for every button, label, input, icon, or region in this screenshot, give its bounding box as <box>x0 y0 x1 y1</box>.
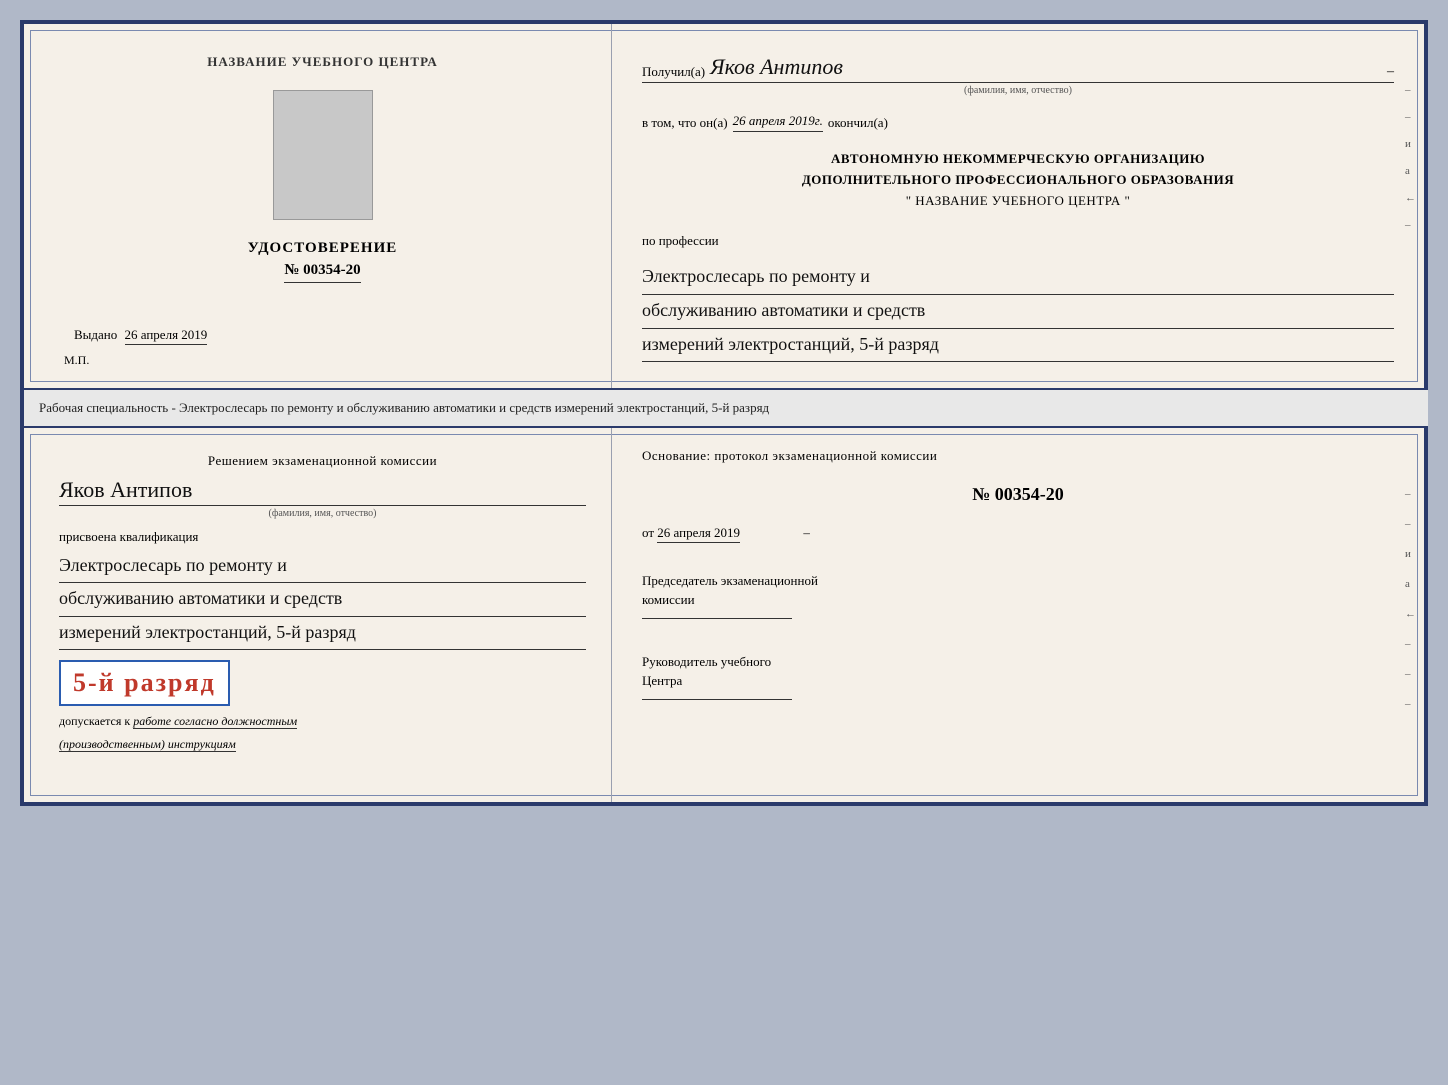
protocol-number: № 00354-20 <box>642 484 1394 505</box>
protocol-date-prefix: от <box>642 525 654 540</box>
issued-line: Выдано 26 апреля 2019 <box>64 327 207 343</box>
profession-line3: измерений электростанций, 5-й разряд <box>642 329 1394 363</box>
date-value: 26 апреля 2019г. <box>733 113 823 132</box>
admitted-italic2: (производственным) инструкциям <box>59 737 236 752</box>
director-label: Руководитель учебного Центра <box>642 652 1394 691</box>
decision-line: Решением экзаменационной комиссии <box>59 453 586 469</box>
recipient-block: Получил(а) Яков Антипов – (фамилия, имя,… <box>642 44 1394 96</box>
fio-hint-top: (фамилия, имя, отчество) <box>642 85 1394 96</box>
director-sig-line <box>642 699 792 700</box>
rmark2: – <box>1405 518 1416 530</box>
chairman-block: Председатель экзаменационной комиссии <box>642 571 1394 627</box>
photo-placeholder <box>273 90 373 220</box>
rmark5: ← <box>1405 608 1416 620</box>
date-line: в том, что он(а) 26 апреля 2019г. окончи… <box>642 113 1394 132</box>
rmark6: – <box>1405 638 1416 650</box>
cert-number: № 00354-20 <box>284 262 360 283</box>
mark4: а <box>1405 165 1416 177</box>
side-marks-bottom: – – и а ← – – – <box>1405 488 1416 710</box>
issued-date: 26 апреля 2019 <box>125 327 208 345</box>
mark2: – <box>1405 111 1416 123</box>
rmark8: – <box>1405 698 1416 710</box>
chairman-sig-line <box>642 618 792 619</box>
date-prefix: в том, что он(а) <box>642 115 728 131</box>
org-name-top: НАЗВАНИЕ УЧЕБНОГО ЦЕНТРА <box>207 54 438 70</box>
admitted-line: допускается к работе согласно должностны… <box>59 714 586 729</box>
between-label: Рабочая специальность - Электрослесарь п… <box>20 390 1428 426</box>
fio-hint-bottom: (фамилия, имя, отчество) <box>59 508 586 519</box>
mark5: ← <box>1405 192 1416 204</box>
mark6: – <box>1405 219 1416 231</box>
admitted-prefix: допускается к <box>59 714 130 728</box>
date-suffix: окончил(а) <box>828 115 888 131</box>
cert-title: УДОСТОВЕРЕНИЕ <box>248 240 398 257</box>
profession-line1: Электрослесарь по ремонту и <box>642 261 1394 295</box>
recipient-line: Получил(а) Яков Антипов – <box>642 54 1394 83</box>
org-line1: АВТОНОМНУЮ НЕКОММЕРЧЕСКУЮ ОРГАНИЗАЦИЮ <box>642 149 1394 170</box>
rmark4: а <box>1405 578 1416 590</box>
bottom-certificate: Решением экзаменационной комиссии Яков А… <box>20 426 1428 806</box>
qual-line3: измерений электростанций, 5-й разряд <box>59 617 586 651</box>
rank-badge: 5-й разряд <box>59 660 230 706</box>
assigned-label: присвоена квалификация <box>59 529 586 545</box>
director-block: Руководитель учебного Центра <box>642 652 1394 708</box>
qual-block: Электрослесарь по ремонту и обслуживанию… <box>59 550 586 651</box>
top-cert-right: Получил(а) Яков Антипов – (фамилия, имя,… <box>612 24 1424 388</box>
top-cert-left: НАЗВАНИЕ УЧЕБНОГО ЦЕНТРА УДОСТОВЕРЕНИЕ №… <box>24 24 612 388</box>
mark3: и <box>1405 138 1416 150</box>
rmark3: и <box>1405 548 1416 560</box>
org-line2: ДОПОЛНИТЕЛЬНОГО ПРОФЕССИОНАЛЬНОГО ОБРАЗО… <box>642 170 1394 191</box>
rmark7: – <box>1405 668 1416 680</box>
rmark1: – <box>1405 488 1416 500</box>
bottom-cert-left: Решением экзаменационной комиссии Яков А… <box>24 428 612 802</box>
basis-line: Основание: протокол экзаменационной коми… <box>642 448 1394 464</box>
rank-badge-text: 5-й разряд <box>73 668 216 697</box>
profession-block: Электрослесарь по ремонту и обслуживанию… <box>642 261 1394 362</box>
org-block: АВТОНОМНУЮ НЕКОММЕРЧЕСКУЮ ОРГАНИЗАЦИЮ ДО… <box>642 149 1394 211</box>
mp-label: М.П. <box>64 353 89 368</box>
mark1: – <box>1405 84 1416 96</box>
decision-name: Яков Антипов <box>59 477 586 506</box>
admitted-italic: работе согласно должностным <box>133 714 297 729</box>
chairman-label: Председатель экзаменационной комиссии <box>642 571 1394 610</box>
profession-label: по профессии <box>642 233 1394 249</box>
bottom-cert-right: Основание: протокол экзаменационной коми… <box>612 428 1424 802</box>
qual-line1: Электрослесарь по ремонту и <box>59 550 586 584</box>
recipient-prefix: Получил(а) <box>642 64 705 80</box>
org-line3: " НАЗВАНИЕ УЧЕБНОГО ЦЕНТРА " <box>642 191 1394 212</box>
top-certificate: НАЗВАНИЕ УЧЕБНОГО ЦЕНТРА УДОСТОВЕРЕНИЕ №… <box>20 20 1428 390</box>
qual-line2: обслуживанию автоматики и средств <box>59 583 586 617</box>
document-wrapper: НАЗВАНИЕ УЧЕБНОГО ЦЕНТРА УДОСТОВЕРЕНИЕ №… <box>20 20 1428 806</box>
profession-line2: обслуживанию автоматики и средств <box>642 295 1394 329</box>
protocol-date-value: 26 апреля 2019 <box>657 525 740 543</box>
between-label-text: Рабочая специальность - Электрослесарь п… <box>39 400 769 415</box>
issued-label: Выдано <box>74 327 117 342</box>
recipient-name: Яков Антипов <box>710 54 843 80</box>
protocol-date: от 26 апреля 2019 – <box>642 525 1394 541</box>
side-marks-top: – – и а ← – <box>1405 84 1416 231</box>
admitted-line2: (производственным) инструкциям <box>59 737 586 752</box>
